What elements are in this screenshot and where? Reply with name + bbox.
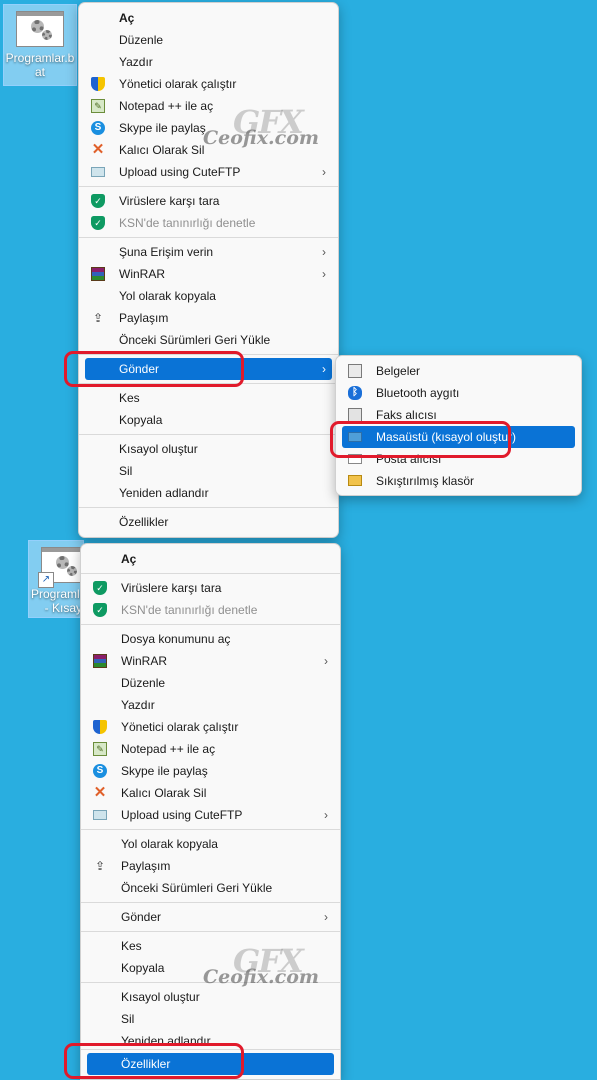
menu-item-notepadpp[interactable]: ✎ Notepad ++ ile aç xyxy=(87,738,334,760)
menu-separator xyxy=(81,573,340,574)
notepadpp-icon: ✎ xyxy=(93,742,107,756)
menu-item-print[interactable]: Yazdır xyxy=(85,51,332,73)
menu-separator xyxy=(79,186,338,187)
chevron-right-icon: › xyxy=(322,362,326,376)
delete-x-icon: ✕ xyxy=(93,784,107,801)
menu-item-copy-path[interactable]: Yol olarak kopyala xyxy=(85,285,332,307)
skype-icon: S xyxy=(93,764,107,778)
menu-item-open[interactable]: Aç xyxy=(87,548,334,570)
menu-item-open[interactable]: Aç xyxy=(85,7,332,29)
submenu-item-bluetooth[interactable]: ᛒ Bluetooth aygıtı xyxy=(342,382,575,404)
submenu-item-documents[interactable]: Belgeler xyxy=(342,360,575,382)
bluetooth-icon: ᛒ xyxy=(348,386,362,400)
menu-separator xyxy=(81,931,340,932)
desktop-icon-label: Programlar.bat xyxy=(5,51,75,79)
menu-separator xyxy=(81,902,340,903)
uac-shield-icon xyxy=(91,77,105,91)
zip-folder-icon xyxy=(348,475,362,486)
watermark-top: GFX Ceofix.com xyxy=(203,103,319,149)
cuteftp-icon xyxy=(91,167,105,177)
menu-item-edit[interactable]: Düzenle xyxy=(85,29,332,51)
menu-item-send-to[interactable]: Gönder › xyxy=(87,906,334,928)
kaspersky-shield-icon: ✓ xyxy=(91,216,105,230)
cuteftp-icon xyxy=(93,810,107,820)
menu-separator xyxy=(81,829,340,830)
kaspersky-shield-icon: ✓ xyxy=(93,581,107,595)
menu-separator xyxy=(79,237,338,238)
menu-item-copy[interactable]: Kopyala xyxy=(85,409,332,431)
menu-item-restore-versions[interactable]: Önceki Sürümleri Geri Yükle xyxy=(87,877,334,899)
menu-separator xyxy=(79,434,338,435)
menu-item-delete[interactable]: Sil xyxy=(87,1008,334,1030)
chevron-right-icon: › xyxy=(324,808,328,822)
menu-item-cuteftp[interactable]: Upload using CuteFTP › xyxy=(85,161,332,183)
chevron-right-icon: › xyxy=(322,267,326,281)
menu-item-properties[interactable]: Özellikler xyxy=(85,511,332,533)
winrar-icon xyxy=(93,654,107,668)
menu-item-restore-versions[interactable]: Önceki Sürümleri Geri Yükle xyxy=(85,329,332,351)
kaspersky-shield-icon: ✓ xyxy=(91,194,105,208)
menu-item-virus-scan[interactable]: ✓ Virüslere karşı tara xyxy=(85,190,332,212)
menu-separator xyxy=(79,507,338,508)
menu-item-rename[interactable]: Yeniden adlandır xyxy=(85,482,332,504)
menu-item-ksn-check[interactable]: ✓ KSN'de tanınırlığı denetle xyxy=(87,599,334,621)
menu-item-winrar[interactable]: WinRAR › xyxy=(85,263,332,285)
chevron-right-icon: › xyxy=(322,245,326,259)
menu-item-virus-scan[interactable]: ✓ Virüslere karşı tara xyxy=(87,577,334,599)
menu-item-copy-path[interactable]: Yol olarak kopyala xyxy=(87,833,334,855)
menu-item-edit[interactable]: Düzenle xyxy=(87,672,334,694)
submenu-item-zip[interactable]: Sıkıştırılmış klasör xyxy=(342,470,575,492)
shortcut-arrow-icon: ↗ xyxy=(38,572,54,588)
winrar-icon xyxy=(91,267,105,281)
chevron-right-icon: › xyxy=(324,910,328,924)
annotation-highlight-send-to xyxy=(64,351,244,387)
fax-icon xyxy=(348,408,362,422)
desktop-icon-programlar-bat[interactable]: Programlar.bat xyxy=(3,4,77,86)
menu-item-create-shortcut[interactable]: Kısayol oluştur xyxy=(85,438,332,460)
share-icon: ⇪ xyxy=(92,311,104,325)
chevron-right-icon: › xyxy=(324,654,328,668)
annotation-highlight-properties xyxy=(64,1043,244,1079)
watermark-bottom: GFX Ceofix.com xyxy=(203,942,319,988)
batch-file-icon xyxy=(16,11,64,47)
menu-item-print[interactable]: Yazdır xyxy=(87,694,334,716)
batch-shortcut-icon: ↗ xyxy=(38,547,83,588)
context-menu-file: Aç Düzenle Yazdır Yönetici olarak çalışt… xyxy=(78,2,339,538)
context-menu-shortcut: Aç ✓ Virüslere karşı tara ✓ KSN'de tanınır… xyxy=(80,543,341,1080)
menu-item-cuteftp[interactable]: Upload using CuteFTP › xyxy=(87,804,334,826)
menu-item-skype-share[interactable]: S Skype ile paylaş xyxy=(87,760,334,782)
menu-item-ksn-check[interactable]: ✓ KSN'de tanınırlığı denetle xyxy=(85,212,332,234)
menu-item-run-as-admin[interactable]: Yönetici olarak çalıştır xyxy=(87,716,334,738)
chevron-right-icon: › xyxy=(322,165,326,179)
menu-item-share[interactable]: ⇪ Paylaşım xyxy=(85,307,332,329)
uac-shield-icon xyxy=(93,720,107,734)
share-icon: ⇪ xyxy=(94,859,106,873)
menu-item-share[interactable]: ⇪ Paylaşım xyxy=(87,855,334,877)
documents-icon xyxy=(348,364,362,378)
annotation-highlight-desktop-shortcut xyxy=(330,421,511,458)
menu-item-delete[interactable]: Sil xyxy=(85,460,332,482)
menu-separator xyxy=(81,624,340,625)
desktop-icon-programlar-shortcut[interactable]: ↗ Programlar.bat - Kısayol xyxy=(28,540,84,618)
menu-item-give-access[interactable]: Şuna Erişim verin › xyxy=(85,241,332,263)
notepadpp-icon: ✎ xyxy=(91,99,105,113)
menu-item-run-as-admin[interactable]: Yönetici olarak çalıştır xyxy=(85,73,332,95)
desktop-icon-label: Programlar.bat - Kısayol xyxy=(31,587,83,615)
menu-item-open-file-location[interactable]: Dosya konumunu aç xyxy=(87,628,334,650)
menu-item-permanent-delete[interactable]: ✕ Kalıcı Olarak Sil xyxy=(87,782,334,804)
kaspersky-shield-icon: ✓ xyxy=(93,603,107,617)
skype-icon: S xyxy=(91,121,105,135)
menu-item-cut[interactable]: Kes xyxy=(85,387,332,409)
menu-item-create-shortcut[interactable]: Kısayol oluştur xyxy=(87,986,334,1008)
menu-item-winrar[interactable]: WinRAR › xyxy=(87,650,334,672)
delete-x-icon: ✕ xyxy=(91,141,105,158)
